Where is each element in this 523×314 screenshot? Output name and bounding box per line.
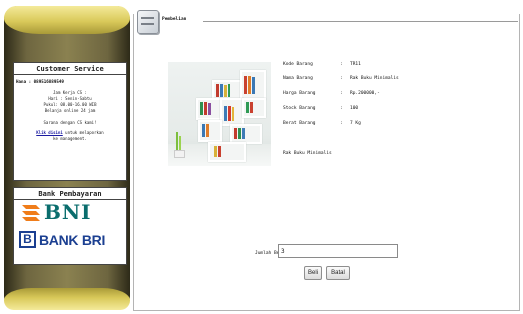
customer-service-title: Customer Service xyxy=(14,63,126,75)
bank-panel-title: Bank Pembayaran xyxy=(14,188,126,200)
bni-mark-icon xyxy=(22,205,40,221)
report-text-line2: ke management. xyxy=(53,136,87,141)
detail-label: Stock Barang xyxy=(283,106,316,111)
page-title: Pembelian xyxy=(162,17,187,22)
report-text: Klik disini untuk melaporkan ke manageme… xyxy=(14,130,126,142)
detail-label: Kode Barang xyxy=(283,62,313,67)
sidebar-bottom-cap xyxy=(4,288,130,310)
customer-service-panel: Customer Service Hana : 089516889549 Jam… xyxy=(13,62,127,181)
detail-label: Harga Barang xyxy=(283,91,316,96)
detail-value: 7 Kg xyxy=(350,121,361,126)
product-description: Rak Buku Minimalis xyxy=(283,151,332,156)
bookshelf-icon xyxy=(137,10,159,34)
detail-separator: : xyxy=(340,76,343,81)
detail-value: 100 xyxy=(350,106,359,111)
detail-separator: : xyxy=(340,106,343,111)
bri-logo-text: BANK BRI xyxy=(39,231,106,248)
bri-mark-icon: B xyxy=(19,231,36,248)
sidebar: Customer Service Hana : 089516889549 Jam… xyxy=(4,6,130,310)
sidebar-top-cap xyxy=(4,6,130,34)
detail-label: Nama Barang xyxy=(283,76,313,81)
detail-separator: : xyxy=(340,91,343,96)
detail-separator: : xyxy=(340,121,343,126)
bri-logo: B BANK BRI xyxy=(19,231,105,248)
product-image xyxy=(168,62,271,166)
customer-service-note: Sarana dengan CS kami! xyxy=(43,120,97,125)
bank-panel: Bank Pembayaran BNI B BANK BRI xyxy=(13,187,127,265)
cancel-button[interactable]: Batal xyxy=(326,266,350,280)
detail-value: Rp.200000,- xyxy=(350,91,380,96)
detail-label: Berat Barang xyxy=(283,121,316,126)
hours-line: Belanja online 24 jam xyxy=(44,108,96,113)
bni-logo: BNI xyxy=(22,202,92,222)
detail-separator: : xyxy=(340,62,343,67)
report-link[interactable]: Klik disini xyxy=(36,130,63,135)
working-hours: Jam Kerja CS : Hari : Senin-Sabtu Pukul:… xyxy=(14,90,126,114)
report-text-rest: untuk melaporkan xyxy=(62,130,104,135)
bni-logo-text: BNI xyxy=(44,200,92,224)
detail-value: Rak Buku Minimalis xyxy=(350,76,399,81)
buy-button[interactable]: Beli xyxy=(304,266,322,280)
main-top-divider xyxy=(203,21,518,22)
detail-value: TR11 xyxy=(350,62,361,67)
quantity-input[interactable] xyxy=(278,244,398,258)
customer-service-phone: Hana : 089516889549 xyxy=(16,79,64,84)
